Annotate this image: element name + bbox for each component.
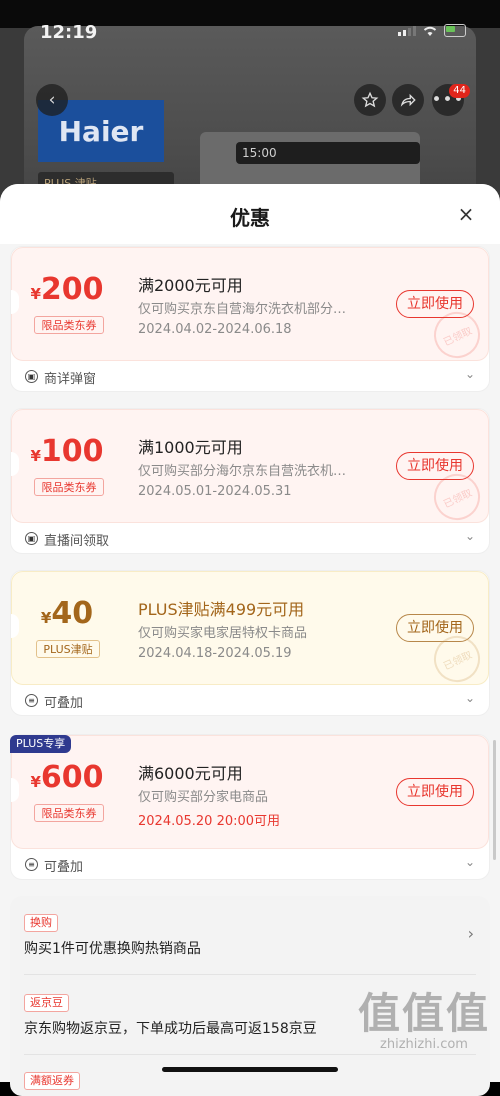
washer-display: 15:00 — [236, 142, 420, 164]
status-time: 12:19 — [40, 22, 98, 43]
coupon-stack-label: 可叠加 — [44, 696, 84, 711]
chevron-down-icon: ⌄ — [464, 529, 475, 543]
coupon-type-tag: 限品类东券 — [34, 316, 104, 334]
coupon-type-tag: PLUS津贴 — [36, 640, 100, 658]
coupon-title: 满2000元可用 — [138, 276, 243, 295]
promo-text[interactable]: 购买1件可优惠换购热销商品 — [24, 938, 201, 958]
promo-text[interactable]: 京东购物返京豆，下单成功后最高可返158京豆 — [24, 1018, 317, 1038]
back-button[interactable]: ‹ — [36, 84, 68, 116]
chevron-down-icon: ⌄ — [464, 691, 475, 705]
coupon-description: 仅可购买家电家居特权卡商品 — [138, 626, 308, 641]
coupon-amount: ¥200 — [30, 272, 104, 307]
coupon-date: 2024.05.01-2024.05.31 — [138, 484, 292, 499]
stack-icon: ≡ — [25, 858, 38, 871]
coupon-footer[interactable]: ▣ 商详弹窗 ⌄ — [11, 361, 489, 393]
coupon-card: ¥100 限品类东券 满1000元可用 仅可购买部分海尔京东自营洗衣机… 202… — [10, 408, 490, 554]
coupon-description: 仅可购买部分家电商品 — [138, 790, 269, 805]
share-icon — [400, 93, 416, 107]
coupon-source-label: 直播间领取 — [44, 534, 110, 549]
source-icon: ▣ — [25, 370, 38, 383]
coupon-card: ¥200 限品类东券 满2000元可用 仅可购买京东自营海尔洗衣机部分… 202… — [10, 246, 490, 392]
promo-tag: 换购 — [24, 914, 58, 932]
coupon-stack-label: 可叠加 — [44, 860, 84, 875]
coupon-card: ¥600 限品类东券 满6000元可用 仅可购买部分家电商品 2024.05.2… — [10, 734, 490, 880]
coupon-title: 满6000元可用 — [138, 764, 243, 783]
coupon-description: 仅可购买部分海尔京东自营洗衣机… — [138, 464, 347, 479]
status-icons — [398, 24, 466, 37]
plus-exclusive-badge: PLUS专享 — [10, 735, 72, 753]
sheet-header: 优惠 × — [0, 184, 500, 244]
source-icon: ▣ — [25, 532, 38, 545]
watermark-logo: 值值值 zhizhizhi.com — [357, 989, 490, 1052]
coupon-date: 2024.04.18-2024.05.19 — [138, 646, 292, 661]
notification-badge: 44 — [449, 84, 470, 98]
coupon-card: ¥40 PLUS津贴 PLUS津贴满499元可用 仅可购买家电家居特权卡商品 2… — [10, 570, 490, 716]
coupon-type-tag: 限品类东券 — [34, 478, 104, 496]
chevron-down-icon: ⌄ — [464, 855, 475, 869]
sheet-title: 优惠 — [230, 206, 270, 230]
coupon-body[interactable]: ¥600 限品类东券 满6000元可用 仅可购买部分家电商品 2024.05.2… — [11, 735, 489, 849]
coupon-description: 仅可购买京东自营海尔洗衣机部分… — [138, 302, 347, 317]
promo-tag: 返京豆 — [24, 994, 69, 1012]
battery-icon — [444, 24, 466, 37]
coupon-body[interactable]: ¥100 限品类东券 满1000元可用 仅可购买部分海尔京东自营洗衣机… 202… — [11, 409, 489, 528]
coupon-footer[interactable]: ≡ 可叠加 ⌄ — [11, 849, 489, 881]
coupon-footer[interactable]: ▣ 直播间领取 ⌄ — [11, 523, 489, 555]
coupon-amount: ¥600 — [30, 760, 104, 795]
close-button[interactable]: × — [456, 204, 476, 224]
coupon-body[interactable]: ¥40 PLUS津贴 PLUS津贴满499元可用 仅可购买家电家居特权卡商品 2… — [11, 571, 489, 690]
chevron-down-icon: ⌄ — [464, 367, 475, 381]
share-button[interactable] — [392, 84, 424, 116]
chevron-right-icon[interactable]: › — [468, 924, 474, 943]
scrollbar[interactable] — [493, 740, 496, 860]
coupon-title: PLUS津贴满499元可用 — [138, 600, 305, 619]
signal-icon — [398, 25, 416, 36]
stack-icon: ≡ — [25, 694, 38, 707]
coupon-source-label: 商详弹窗 — [44, 372, 97, 387]
home-indicator[interactable] — [162, 1067, 338, 1072]
coupon-type-tag: 限品类东券 — [34, 804, 104, 822]
coupon-body[interactable]: ¥200 限品类东券 满2000元可用 仅可购买京东自营海尔洗衣机部分… 202… — [11, 247, 489, 366]
coupon-amount: ¥100 — [30, 434, 104, 469]
promo-tag: 满额返券 — [24, 1072, 80, 1090]
wifi-icon — [423, 26, 437, 36]
coupon-title: 满1000元可用 — [138, 438, 243, 457]
use-now-button[interactable]: 立即使用 — [396, 778, 474, 806]
coupon-amount: ¥40 — [40, 596, 94, 631]
favorite-button[interactable] — [354, 84, 386, 116]
star-icon — [361, 91, 379, 108]
coupon-footer[interactable]: ≡ 可叠加 ⌄ — [11, 685, 489, 717]
coupon-date: 2024.04.02-2024.06.18 — [138, 322, 292, 337]
coupon-date: 2024.05.20 20:00可用 — [138, 814, 281, 829]
